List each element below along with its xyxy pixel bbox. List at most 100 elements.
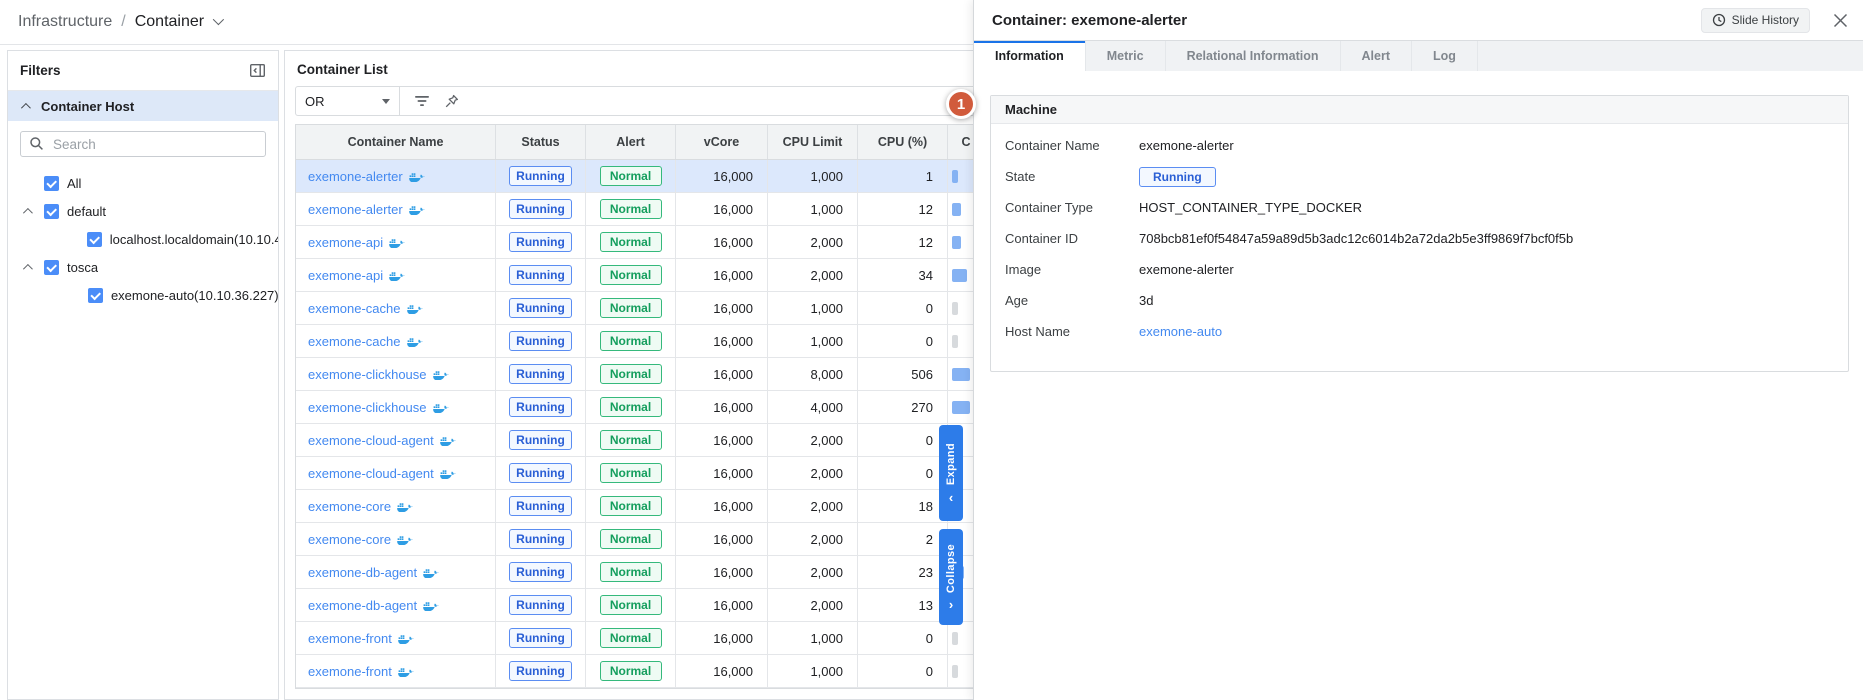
container-name-link[interactable]: exemone-cache xyxy=(308,301,401,316)
cpu-limit-cell: 2,000 xyxy=(768,556,858,588)
tab-metric[interactable]: Metric xyxy=(1086,41,1166,71)
tab-alert[interactable]: Alert xyxy=(1341,41,1412,71)
column-header-alert[interactable]: Alert xyxy=(586,125,676,159)
container-table-header: Container Name Status Alert vCore CPU Li… xyxy=(296,125,984,160)
column-header-cpu-limit[interactable]: CPU Limit xyxy=(768,125,858,159)
vcore-cell: 16,000 xyxy=(676,226,768,258)
table-row[interactable]: exemone-core Running Normal 16,000 2,000… xyxy=(296,490,984,523)
alert-cell: Normal xyxy=(586,391,676,423)
table-row[interactable]: exemone-alerter Running Normal 16,000 1,… xyxy=(296,193,984,226)
table-row[interactable]: exemone-clickhouse Running Normal 16,000… xyxy=(296,358,984,391)
status-badge: Running xyxy=(509,331,572,351)
vcore-cell: 16,000 xyxy=(676,358,768,390)
container-name-link[interactable]: exemone-clickhouse xyxy=(308,367,427,382)
table-row[interactable]: exemone-core Running Normal 16,000 2,000… xyxy=(296,523,984,556)
column-header-container-name[interactable]: Container Name xyxy=(296,125,496,159)
tab-relational-information[interactable]: Relational Information xyxy=(1166,41,1341,71)
host-tree-item[interactable]: default xyxy=(8,197,278,225)
host-tree-item[interactable]: tosca xyxy=(8,253,278,281)
cpu-mini-bar xyxy=(952,665,958,678)
alert-badge: Normal xyxy=(600,232,662,252)
table-row[interactable]: exemone-front Running Normal 16,000 1,00… xyxy=(296,622,984,655)
host-tree-item[interactable]: localhost.localdomain(10.10.4... xyxy=(8,225,278,253)
table-row[interactable]: exemone-front Running Normal 16,000 1,00… xyxy=(296,655,984,688)
table-row[interactable]: exemone-alerter Running Normal 16,000 1,… xyxy=(296,160,984,193)
checkbox-checked-icon[interactable] xyxy=(87,232,102,247)
table-row[interactable]: exemone-cache Running Normal 16,000 1,00… xyxy=(296,292,984,325)
vcore-cell: 16,000 xyxy=(676,457,768,489)
host-tree-item[interactable]: exemone-auto(10.10.36.227) xyxy=(8,281,278,309)
status-badge: Running xyxy=(509,265,572,285)
vcore-cell: 16,000 xyxy=(676,292,768,324)
table-row[interactable]: exemone-db-agent Running Normal 16,000 2… xyxy=(296,556,984,589)
container-name-link[interactable]: exemone-cloud-agent xyxy=(308,466,434,481)
column-header-cpu-pct[interactable]: CPU (%) xyxy=(858,125,948,159)
container-name-link[interactable]: exemone-front xyxy=(308,664,392,679)
pin-column-button[interactable] xyxy=(444,94,459,109)
container-name-cell: exemone-alerter xyxy=(296,160,496,192)
filter-operator-value: OR xyxy=(305,94,325,109)
container-detail-panel: Container: exemone-alerter Slide History… xyxy=(973,0,1863,700)
container-name-cell: exemone-cloud-agent xyxy=(296,424,496,456)
filter-operator-select[interactable]: OR xyxy=(296,87,400,115)
host-tree-item[interactable]: All xyxy=(8,169,278,197)
column-header-status[interactable]: Status xyxy=(496,125,586,159)
docker-whale-icon xyxy=(398,665,414,677)
container-name-link[interactable]: exemone-api xyxy=(308,235,383,250)
checkbox-checked-icon[interactable] xyxy=(88,288,103,303)
machine-section-title: Machine xyxy=(991,96,1848,124)
cpu-mini-bar xyxy=(952,401,970,414)
container-name-link[interactable]: exemone-alerter xyxy=(308,202,403,217)
checkbox-checked-icon[interactable] xyxy=(44,176,59,191)
table-row[interactable]: exemone-cache Running Normal 16,000 1,00… xyxy=(296,325,984,358)
container-name-link[interactable]: exemone-cache xyxy=(308,334,401,349)
collapse-sidebar-button[interactable] xyxy=(248,62,266,80)
container-name-link[interactable]: exemone-cloud-agent xyxy=(308,433,434,448)
container-host-group-toggle[interactable]: Container Host xyxy=(8,91,278,121)
checkbox-checked-icon[interactable] xyxy=(44,204,59,219)
table-row[interactable]: exemone-api Running Normal 16,000 2,000 … xyxy=(296,259,984,292)
container-name-link[interactable]: exemone-core xyxy=(308,532,391,547)
container-name-link[interactable]: exemone-alerter xyxy=(308,169,403,184)
filters-header: Filters xyxy=(8,51,278,91)
collapse-panel-button[interactable]: Collapse › xyxy=(939,529,963,625)
tab-information[interactable]: Information xyxy=(974,41,1086,71)
table-row[interactable]: exemone-cloud-agent Running Normal 16,00… xyxy=(296,457,984,490)
container-name-link[interactable]: exemone-db-agent xyxy=(308,565,417,580)
detail-panel-header: Container: exemone-alerter Slide History xyxy=(974,0,1863,40)
machine-field-value: HOST_CONTAINER_TYPE_DOCKER xyxy=(1139,200,1362,215)
table-row[interactable]: exemone-cloud-agent Running Normal 16,00… xyxy=(296,424,984,457)
slide-history-button[interactable]: Slide History xyxy=(1701,8,1810,33)
container-name-cell: exemone-api xyxy=(296,259,496,291)
container-name-link[interactable]: exemone-clickhouse xyxy=(308,400,427,415)
tab-log[interactable]: Log xyxy=(1412,41,1478,71)
table-row[interactable]: exemone-db-agent Running Normal 16,000 2… xyxy=(296,589,984,622)
table-row[interactable]: exemone-api Running Normal 16,000 2,000 … xyxy=(296,226,984,259)
alert-cell: Normal xyxy=(586,490,676,522)
checkbox-checked-icon[interactable] xyxy=(44,260,59,275)
cpu-pct-cell: 18 xyxy=(858,490,948,522)
expand-panel-button[interactable]: Expand ‹ xyxy=(939,425,963,521)
container-name-link[interactable]: exemone-db-agent xyxy=(308,598,417,613)
machine-field-value[interactable]: exemone-auto xyxy=(1139,324,1222,339)
host-search-input[interactable] xyxy=(20,131,266,157)
docker-whale-icon xyxy=(407,302,423,314)
alert-badge: Normal xyxy=(600,496,662,516)
alert-badge: Normal xyxy=(600,529,662,549)
alert-badge: Normal xyxy=(600,265,662,285)
annotation-number: 1 xyxy=(957,96,965,113)
cpu-pct-cell: 270 xyxy=(858,391,948,423)
close-panel-button[interactable] xyxy=(1832,12,1849,29)
table-row[interactable]: exemone-clickhouse Running Normal 16,000… xyxy=(296,391,984,424)
chevron-down-icon xyxy=(213,13,224,24)
cpu-limit-cell: 2,000 xyxy=(768,490,858,522)
cpu-limit-cell: 2,000 xyxy=(768,226,858,258)
container-name-link[interactable]: exemone-api xyxy=(308,268,383,283)
status-badge: Running xyxy=(509,529,572,549)
filter-button[interactable] xyxy=(414,95,430,107)
container-table: Container Name Status Alert vCore CPU Li… xyxy=(295,124,985,689)
container-name-link[interactable]: exemone-core xyxy=(308,499,391,514)
column-header-vcore[interactable]: vCore xyxy=(676,125,768,159)
container-name-link[interactable]: exemone-front xyxy=(308,631,392,646)
breadcrumb-current-menu[interactable]: Container xyxy=(135,13,221,31)
